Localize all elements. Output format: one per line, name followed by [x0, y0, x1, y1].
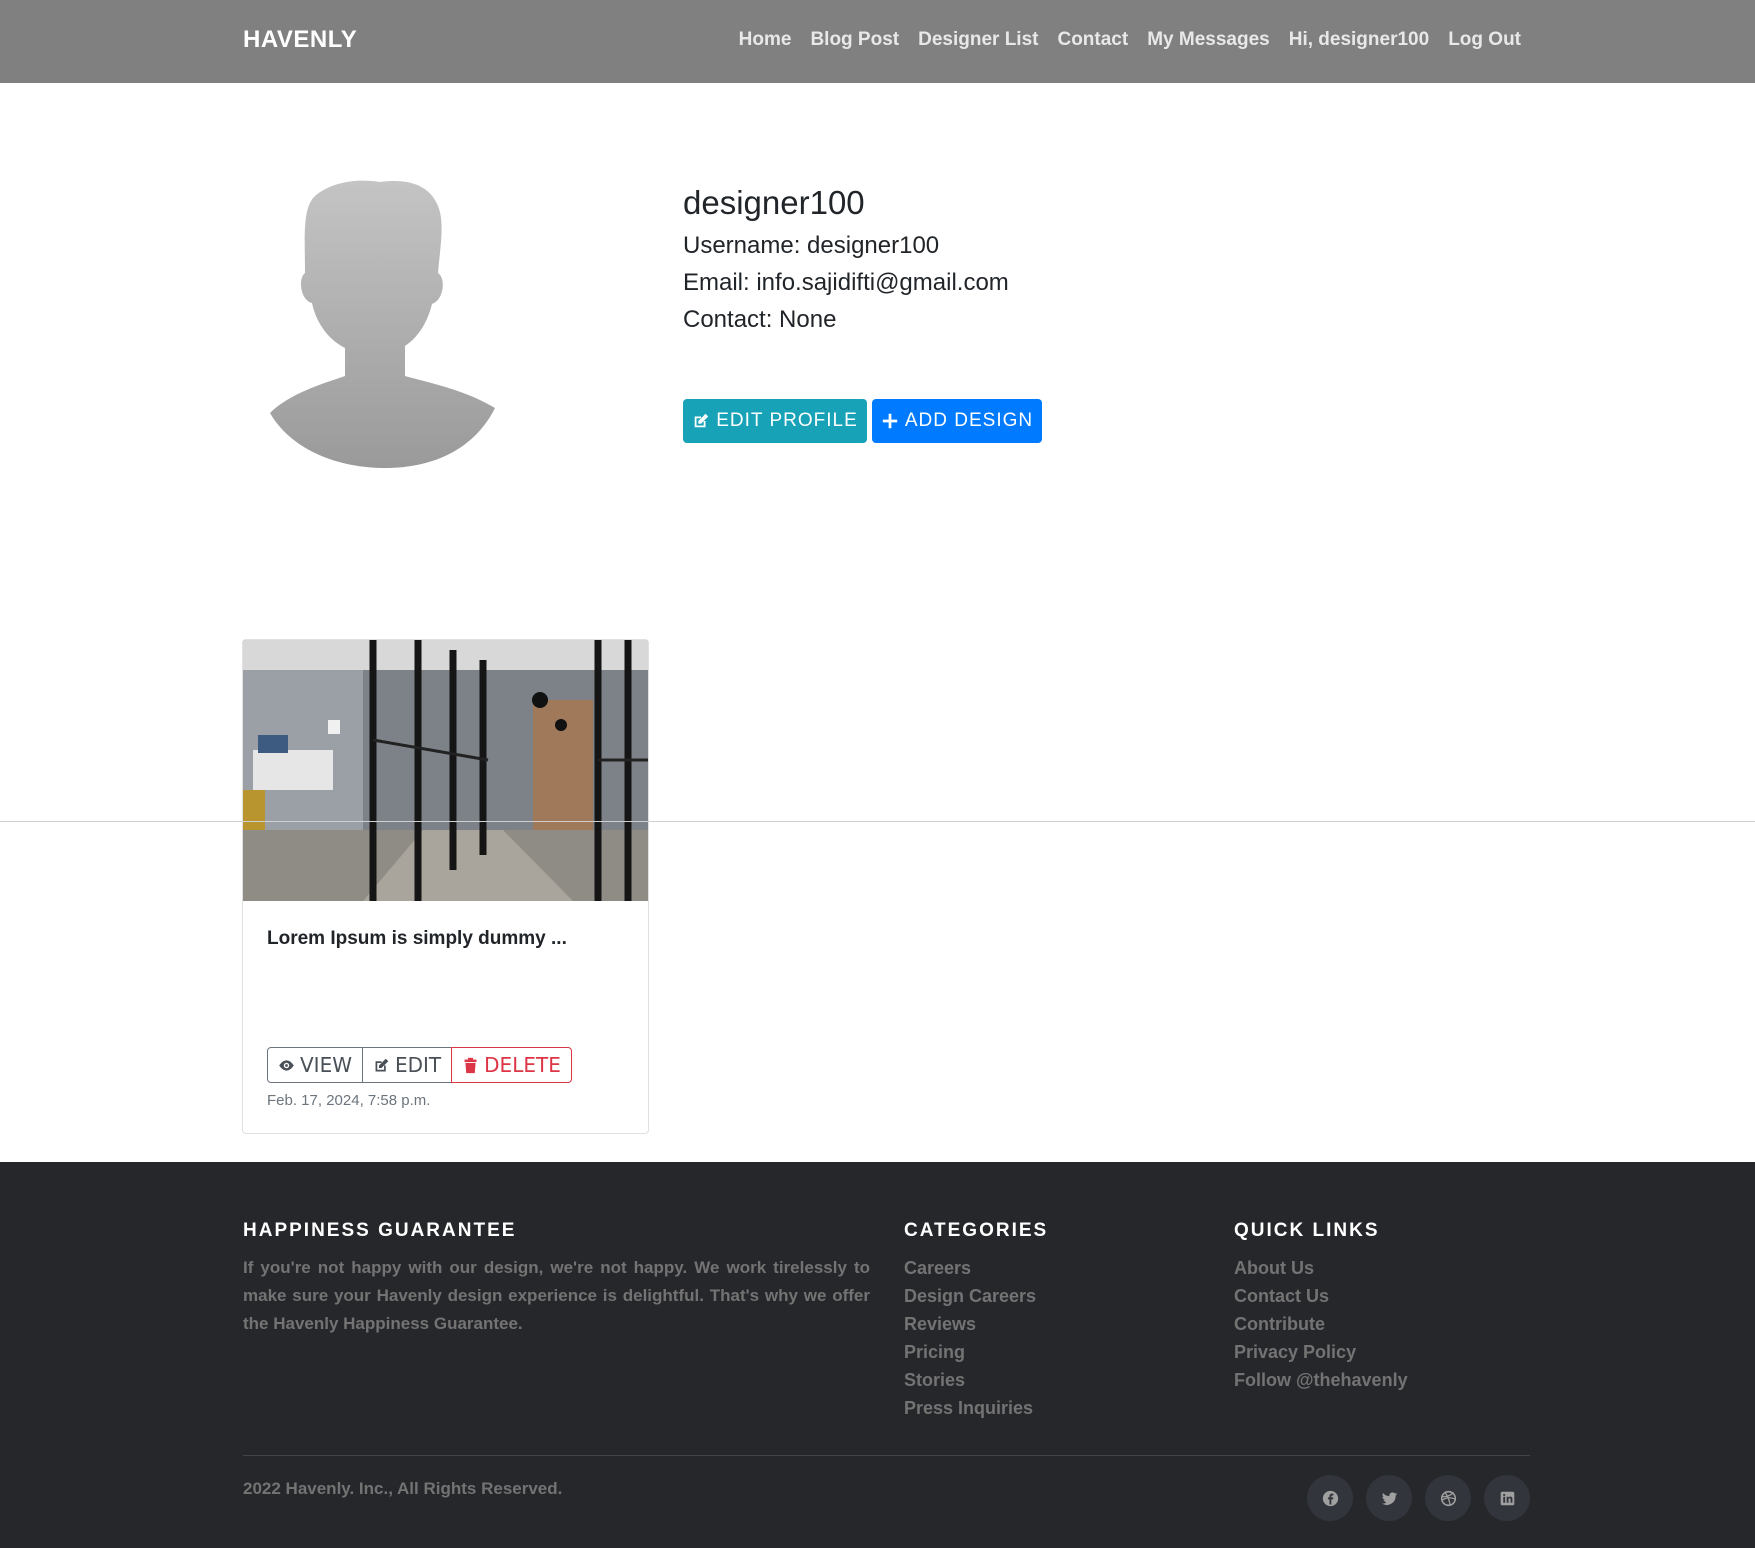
- social-links: [1307, 1475, 1530, 1521]
- copyright-text: 2022 Havenly. Inc., All Rights Reserved.: [243, 1479, 563, 1498]
- profile-name: designer100: [683, 184, 865, 221]
- plus-icon: [882, 413, 898, 429]
- nav-designer-list[interactable]: Designer List: [918, 29, 1038, 51]
- edit-icon: [375, 1058, 389, 1071]
- category-careers[interactable]: Careers: [904, 1254, 1036, 1282]
- nav-user-greeting[interactable]: Hi, designer100: [1289, 29, 1429, 51]
- nav-blog-post[interactable]: Blog Post: [810, 29, 899, 51]
- categories-list: Careers Design Careers Reviews Pricing S…: [904, 1254, 1036, 1422]
- avatar: [270, 180, 495, 468]
- add-design-label: ADD DESIGN: [904, 410, 1034, 431]
- category-press-inquiries[interactable]: Press Inquiries: [904, 1394, 1036, 1422]
- brand-logo[interactable]: HAVENLY: [243, 26, 357, 54]
- nav-contact[interactable]: Contact: [1057, 29, 1128, 51]
- profile-contact: Contact: None: [683, 306, 837, 333]
- nav-links: Home Blog Post Designer List Contact My …: [739, 29, 1521, 51]
- edit-design-button[interactable]: EDIT: [362, 1047, 453, 1083]
- footer: HAPPINESS GUARANTEE If you're not happy …: [0, 1162, 1755, 1548]
- edit-design-label: EDIT: [395, 1053, 442, 1077]
- delete-button[interactable]: DELETE: [451, 1047, 572, 1083]
- design-actions: VIEW EDIT DELETE: [267, 1047, 572, 1083]
- profile-username: Username: designer100: [683, 232, 940, 259]
- quicklink-follow[interactable]: Follow @thehavenly: [1234, 1366, 1408, 1394]
- categories-heading: CATEGORIES: [904, 1220, 1049, 1241]
- footer-divider: [243, 1455, 1530, 1456]
- nav-log-out[interactable]: Log Out: [1448, 29, 1521, 51]
- quicklinks-list: About Us Contact Us Contribute Privacy P…: [1234, 1254, 1408, 1394]
- add-design-button[interactable]: ADD DESIGN: [872, 399, 1042, 443]
- nav-my-messages[interactable]: My Messages: [1147, 29, 1270, 51]
- quicklink-about-us[interactable]: About Us: [1234, 1254, 1408, 1282]
- delete-label: DELETE: [484, 1053, 561, 1077]
- design-image[interactable]: [243, 640, 648, 901]
- view-button[interactable]: VIEW: [267, 1047, 363, 1083]
- category-design-careers[interactable]: Design Careers: [904, 1282, 1036, 1310]
- category-stories[interactable]: Stories: [904, 1366, 1036, 1394]
- trash-icon: [464, 1057, 477, 1073]
- quicklink-contact-us[interactable]: Contact Us: [1234, 1282, 1408, 1310]
- category-pricing[interactable]: Pricing: [904, 1338, 1036, 1366]
- guarantee-heading: HAPPINESS GUARANTEE: [243, 1220, 517, 1241]
- quicklink-privacy-policy[interactable]: Privacy Policy: [1234, 1338, 1408, 1366]
- nav-home[interactable]: Home: [739, 29, 792, 51]
- navbar: HAVENLY Home Blog Post Designer List Con…: [0, 0, 1755, 83]
- divider: [0, 821, 1755, 822]
- facebook-icon[interactable]: [1307, 1475, 1353, 1521]
- design-title[interactable]: Lorem Ipsum is simply dummy ...: [267, 928, 567, 950]
- linkedin-icon[interactable]: [1484, 1475, 1530, 1521]
- guarantee-text: If you're not happy with our design, we'…: [243, 1258, 870, 1333]
- quicklinks-heading: QUICK LINKS: [1234, 1220, 1380, 1241]
- dribbble-icon[interactable]: [1425, 1475, 1471, 1521]
- category-reviews[interactable]: Reviews: [904, 1310, 1036, 1338]
- edit-profile-button[interactable]: EDIT PROFILE: [683, 399, 867, 443]
- design-card: Lorem Ipsum is simply dummy ... VIEW EDI…: [242, 639, 649, 1134]
- design-date: Feb. 17, 2024, 7:58 p.m.: [267, 1092, 431, 1109]
- profile-email: Email: info.sajidifti@gmail.com: [683, 269, 1009, 296]
- edit-icon: [694, 413, 709, 428]
- edit-profile-label: EDIT PROFILE: [716, 410, 858, 431]
- quicklink-contribute[interactable]: Contribute: [1234, 1310, 1408, 1338]
- twitter-icon[interactable]: [1366, 1475, 1412, 1521]
- view-label: VIEW: [300, 1053, 352, 1077]
- eye-icon: [279, 1059, 294, 1071]
